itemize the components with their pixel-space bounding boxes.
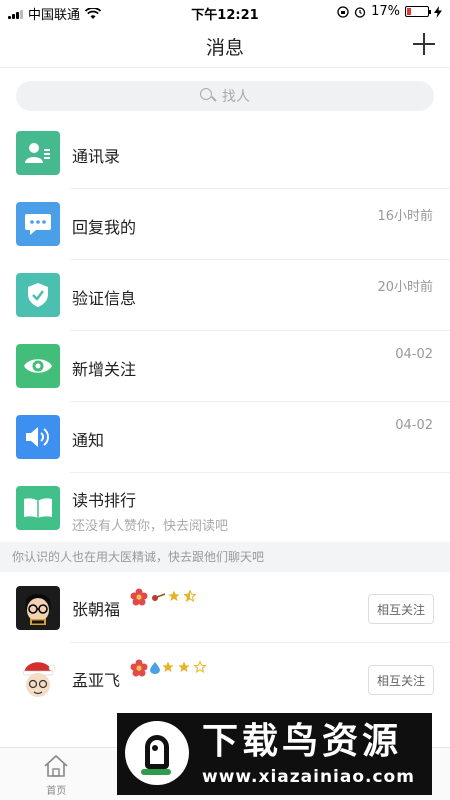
empty-star-icon [192,659,207,673]
star-rating [162,659,207,676]
menu-item-subtitle: 还没有人赞你，快去阅读吧 [72,519,229,534]
charging-icon [434,5,442,18]
drop-badge-icon [150,662,160,674]
menu-item-label: 新增关注 [72,360,137,379]
menu-item-label: 读书排行 [72,491,137,510]
nav-bar: 消息 [0,24,450,68]
chat-bubble-icon [16,202,60,246]
flower-badge-icon [130,659,148,677]
watermark-banner: 下载鸟资源 www.xiazainiao.com [117,713,432,795]
bird-logo-icon [125,721,189,785]
half-star-icon [183,588,197,602]
menu-item-label: 通讯录 [72,147,121,166]
menu-item-time: 16小时前 [377,209,433,224]
status-bar: 中国联通 下午12:21 17% [0,0,450,24]
friend-list: 张朝福 相互关注 孟亚飞 相互关注 [0,572,450,714]
tab-home[interactable]: 首页 [0,748,113,800]
tab-label: 首页 [46,786,67,797]
star-icon [168,590,180,601]
friend-row[interactable]: 张朝福 相互关注 [0,572,450,643]
level-badges [130,659,207,677]
menu-item-reading-rank[interactable]: 读书排行 还没有人赞你，快去阅读吧 [0,473,450,544]
menu-item-notifications[interactable]: 通知 04-02 [0,402,450,473]
search-placeholder: 找人 [222,89,250,105]
rotation-lock-icon [337,5,349,18]
menu-item-time: 04-02 [395,347,433,362]
friend-name: 张朝福 [72,600,121,619]
star-rating [168,588,197,605]
level-badges [130,588,197,606]
alarm-icon [354,6,366,18]
status-right: 17% [337,4,442,19]
menu-item-time: 20小时前 [377,280,433,295]
avatar [16,586,60,630]
watermark-title: 下载鸟资源 [202,721,403,762]
friend-row[interactable]: 孟亚飞 相互关注 [0,643,450,714]
menu-item-label: 通知 [72,431,105,450]
speaker-icon [16,415,60,459]
menu-item-contacts[interactable]: 通讯录 [0,118,450,189]
eye-icon [16,344,60,388]
friend-name: 孟亚飞 [72,671,121,690]
add-icon[interactable] [410,30,438,58]
menu-item-replies[interactable]: 回复我的 16小时前 [0,189,450,260]
battery-percent: 17% [371,4,400,19]
watermark-url: www.xiazainiao.com [202,767,415,787]
home-icon [44,754,68,777]
shield-check-icon [16,273,60,317]
search-input[interactable]: 找人 [16,81,434,111]
menu-item-new-followers[interactable]: 新增关注 04-02 [0,331,450,402]
ribbon-badge-icon [152,593,166,601]
star-icon [162,661,174,672]
battery-icon [405,6,431,17]
menu-item-time: 04-02 [395,418,433,433]
menu-item-label: 验证信息 [72,289,137,308]
avatar [16,657,60,701]
menu-item-verification[interactable]: 验证信息 20小时前 [0,260,450,331]
flower-badge-icon [130,588,148,606]
open-book-icon [16,486,60,530]
menu-item-label: 回复我的 [72,218,137,237]
contacts-icon [16,131,60,175]
page-title: 消息 [205,37,244,59]
mutual-follow-button[interactable]: 相互关注 [368,594,434,624]
search-icon [200,88,216,104]
star-icon [178,661,190,672]
section-header: 你认识的人也在用大医精诚，快去跟他们聊天吧 [0,542,450,572]
menu-list: 通讯录 回复我的 16小时前 验证信息 20小时前 新增关注 04-02 通知 … [0,118,450,544]
mutual-follow-button[interactable]: 相互关注 [368,665,434,695]
battery-level-fill [407,8,411,15]
